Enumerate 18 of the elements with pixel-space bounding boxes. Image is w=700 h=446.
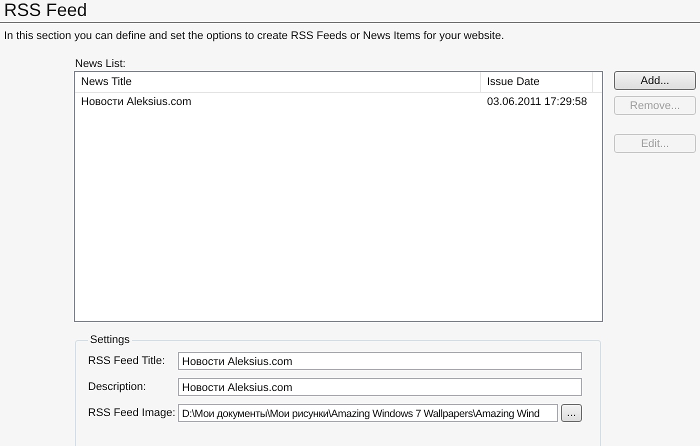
field-label: RSS Feed Image:	[88, 407, 176, 419]
list-label: News List:	[75, 58, 127, 70]
field-label: Description:	[88, 381, 148, 393]
field-label: RSS Feed Title:	[88, 355, 166, 367]
section-description: In this section you can define and set the options to create RSS Feeds or News Items for your website.	[3, 29, 506, 44]
browse-button[interactable]: ...	[561, 404, 582, 422]
news-row[interactable]: Новости Aleksius.com 03.06.2011 17:29:58	[75, 93, 602, 111]
input-field[interactable]: D:\Мои документы\Мои рисунки\Amazing Windows 7 Wallpapers\Amazing Wind	[178, 404, 558, 422]
table-cell-text: 03.06.2011 17:29:58	[486, 96, 588, 108]
table-cell-text: Новости Aleksius.com	[80, 96, 192, 108]
column-header[interactable]: Issue Date	[481, 72, 593, 92]
action-button[interactable]: Add...	[614, 71, 696, 90]
news-list[interactable]: News Title Issue Date Новости Aleksius.com 03.06.2011 17:29:58	[74, 71, 603, 322]
group-legend: Settings	[88, 334, 132, 346]
input-field[interactable]: Новости Aleksius.com	[178, 352, 582, 370]
column-header[interactable]: News Title	[75, 72, 481, 92]
input-field[interactable]: Новости Aleksius.com	[178, 378, 582, 396]
page-title: RSS Feed	[3, 0, 88, 21]
